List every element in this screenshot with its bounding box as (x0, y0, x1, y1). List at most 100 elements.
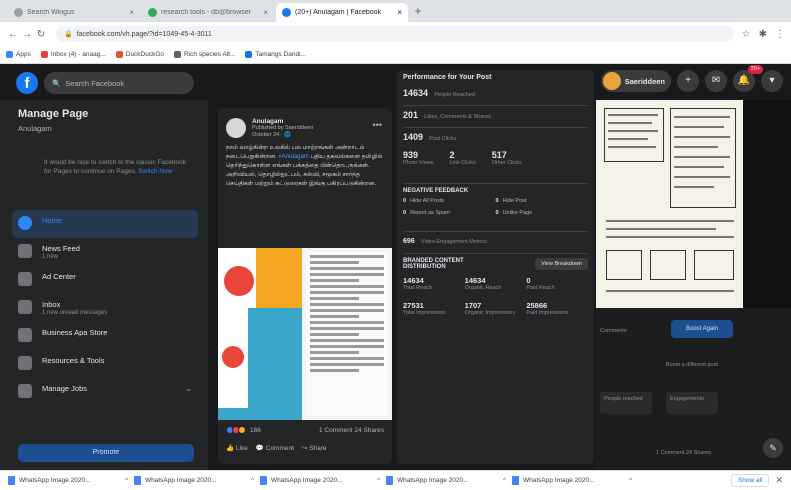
chevron-up-icon[interactable]: ^ (125, 477, 128, 484)
sidebar-item-news-feed[interactable]: News Feed 1 new (12, 238, 198, 266)
post-author[interactable]: Anulagam (252, 118, 313, 125)
promote-button[interactable]: Promote (18, 444, 194, 462)
boost-again-button[interactable]: Boost Again (671, 320, 733, 338)
top-right-nav: Saeriddeen + ✉ 🔔 20+ ▾ (600, 65, 783, 92)
apps-icon (6, 51, 13, 58)
chevron-up-icon[interactable]: ^ (251, 477, 254, 484)
menu-icon[interactable]: ⋮ (775, 29, 785, 40)
comment-button[interactable]: 💬 Comment (256, 444, 294, 452)
account-menu-icon[interactable]: ▾ (761, 70, 783, 92)
reach-section: 14634 People Reached (403, 88, 588, 106)
document-image[interactable] (596, 100, 743, 308)
resources-icon (18, 356, 32, 370)
show-all-downloads-button[interactable]: Show all (730, 474, 770, 487)
sidebar-item-manage-jobs[interactable]: Manage Jobs ⌄ (12, 378, 198, 406)
download-item[interactable]: WhatsApp Image 2020... ^ (8, 476, 128, 485)
profile-name: Saeriddeen (624, 76, 665, 86)
sidebar-item-label: Home (42, 216, 63, 225)
search-icon: 🔍 (52, 78, 62, 88)
bookmark-gmail[interactable]: Inbox (4) - anaag... (40, 51, 106, 58)
profile-button[interactable]: Saeriddeen (600, 70, 671, 92)
reload-icon[interactable]: ↻ (34, 29, 48, 40)
bookmark-duckduckgo[interactable]: DuckDuckGo (115, 51, 164, 58)
sidebar-item-label: Ad Center (42, 272, 76, 281)
facebook-search-input[interactable]: 🔍 Search Facebook (44, 72, 194, 94)
facebook-logo-icon[interactable]: f (16, 72, 38, 94)
bookmark-dandi[interactable]: Tamangs Dandi... (245, 51, 306, 58)
post-clicks-label: Post Clicks (429, 136, 457, 142)
like-button[interactable]: 👍 Like (226, 444, 248, 452)
sidebar-item-business-apps[interactable]: Business Apa Store (12, 322, 198, 350)
sidebar-item-sub: 1 new unread messages (42, 310, 108, 316)
distribution-grid: 14634 Total Reach 14634 Organic Reach 0 Pai… (403, 276, 588, 316)
forward-icon[interactable]: → (20, 29, 34, 40)
bookmark-apps[interactable]: Apps (6, 51, 31, 58)
tab-close-icon[interactable]: × (129, 8, 134, 17)
new-tab-button[interactable]: + (410, 4, 426, 20)
avatar (602, 72, 621, 90)
back-icon[interactable]: ← (6, 29, 20, 40)
new-message-icon[interactable]: ✎ (763, 438, 783, 458)
messenger-icon[interactable]: ✉ (705, 70, 727, 92)
people-reached-box: People reached (600, 392, 652, 414)
download-item[interactable]: WhatsApp Image 2020... ^ (134, 476, 254, 485)
browser-tab-1[interactable]: Search Wingus × (8, 3, 140, 22)
create-icon[interactable]: + (677, 70, 699, 92)
download-item[interactable]: WhatsApp Image 2020... ^ (386, 476, 506, 485)
file-icon (134, 476, 141, 485)
hashtag-link[interactable]: #Anulagam (278, 154, 308, 160)
extension-icon[interactable]: ✱ (759, 29, 767, 40)
page-avatar[interactable] (226, 118, 246, 138)
tab-strip: Search Wingus × research tools - db@brow… (0, 0, 791, 22)
engagement-section: 201 Likes, Comments & Shares (403, 110, 588, 128)
notifications-icon[interactable]: 🔔 20+ (733, 65, 763, 92)
tab-close-icon[interactable]: × (397, 8, 402, 17)
post-image[interactable] (218, 248, 392, 420)
bookmark-species[interactable]: Rich species Alt... (174, 51, 235, 58)
more-options-icon[interactable]: ••• (373, 120, 382, 130)
sidebar-item-label: Inbox (42, 300, 61, 309)
engagements-box: Engagements (666, 392, 718, 414)
sidebar-item-inbox[interactable]: Inbox 1 new unread messages (12, 294, 198, 322)
jobs-icon (18, 384, 32, 398)
gmail-icon (40, 51, 48, 58)
classic-pages-note: It would be nice to switch to the classi… (44, 159, 186, 175)
browser-tab-3[interactable]: (20+) Anulagam | Facebook × (276, 3, 408, 22)
performance-title: Performance for Your Post (403, 74, 492, 81)
download-item[interactable]: WhatsApp Image 2020... ^ (260, 476, 380, 485)
ad-center-icon (18, 272, 32, 286)
distribution-heading: BRANDED CONTENT DISTRIBUTION (403, 258, 464, 270)
search-placeholder: Search Facebook (65, 78, 125, 88)
chevron-up-icon[interactable]: ^ (503, 477, 506, 484)
negative-feedback-heading: NEGATIVE FEEDBACK (403, 188, 469, 194)
sidebar-item-label: Resources & Tools (42, 356, 105, 365)
address-bar[interactable]: 🔒 facebook.com/vh.page/?id=1049-45-4-301… (56, 26, 734, 42)
reach-label: People Reached (434, 92, 475, 98)
video-engagement-label: Video Engagement Metrics (420, 239, 487, 245)
home-icon (18, 216, 32, 230)
share-button[interactable]: ↪ Share (302, 444, 327, 452)
inbox-icon (18, 300, 32, 314)
download-item[interactable]: WhatsApp Image 2020... ^ (512, 476, 632, 485)
paid-reach-stat: 0 Paid Reach (526, 276, 555, 291)
sidebar-item-home[interactable]: Home (12, 210, 198, 238)
chevron-up-icon[interactable]: ^ (629, 477, 632, 484)
comments-label: Comments (600, 328, 627, 334)
browser-tab-2[interactable]: research tools - db@browser × (142, 3, 274, 22)
boost-different-post-link[interactable]: Boost a different post (666, 362, 718, 368)
tab-favicon-icon (148, 8, 157, 17)
sidebar-item-ad-center[interactable]: Ad Center (12, 266, 198, 294)
manage-page-sidebar: Manage Page Anulagam It would be nice to… (0, 100, 208, 470)
sidebar-item-resources[interactable]: Resources & Tools (12, 350, 198, 378)
star-icon[interactable]: ☆ (742, 29, 751, 40)
reaction-count[interactable]: 166 (250, 427, 261, 434)
tab-close-icon[interactable]: × (263, 8, 268, 17)
engagement-count: 201 (403, 110, 419, 120)
file-icon (260, 476, 267, 485)
close-icon[interactable]: ✕ (775, 475, 783, 486)
view-breakdown-button[interactable]: View Breakdown (535, 258, 588, 270)
switch-now-link[interactable]: Switch Now (138, 168, 172, 175)
photo-views-stat: 939 Photo Views (403, 150, 434, 166)
chevron-up-icon[interactable]: ^ (377, 477, 380, 484)
comments-shares-count[interactable]: 1 Comment 24 Shares (319, 427, 384, 434)
